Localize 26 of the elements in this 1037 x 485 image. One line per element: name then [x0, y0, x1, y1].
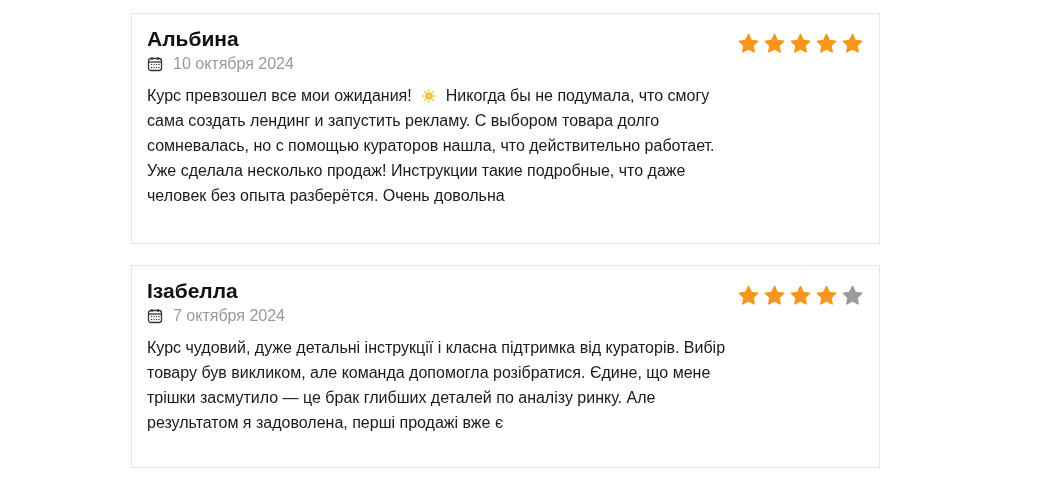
review-date: 7 октября 2024 [173, 307, 285, 325]
star-icon [816, 33, 837, 54]
review-text: товару був викликом, але команда допомогла розібратися. Єдине, що мене [147, 363, 711, 383]
calendar-icon [147, 308, 163, 324]
review-text: результатом я задоволена, перші продажі вже є [147, 413, 504, 433]
reviewer-name: Ізабелла [147, 278, 239, 304]
star-icon [790, 285, 811, 306]
review-text: Курс чудовий, дуже детальні інструкції і класна підтримка від кураторів. Вибір [147, 338, 726, 358]
calendar-icon [147, 56, 163, 72]
star-icon [842, 33, 863, 54]
star-icon [790, 33, 811, 54]
star-icon [816, 285, 837, 306]
star-icon [738, 33, 759, 54]
star-icon [738, 285, 759, 306]
reviewer-name: Альбина [147, 26, 240, 52]
star-icon [764, 285, 785, 306]
review-text: сомневалась, но с помощью кураторов нашла, что действительно работает. [147, 136, 715, 156]
review-text: трішки засмутило — це брак глибших деталей по аналізу ринку. Але [147, 388, 656, 408]
review-date: 10 октября 2024 [173, 55, 294, 73]
star-icon [764, 33, 785, 54]
review-text: сама создать лендинг и запустить рекламу. С выбором товара долго [147, 111, 660, 131]
review-text: Курс превзошел все мои ожидания! [147, 86, 412, 106]
review-text: Уже сделала несколько продаж! Инструкции такие подробные, что даже [147, 161, 686, 181]
review-text: человек без опыта разберётся. Очень довольна [147, 186, 505, 206]
review-text: Никогда бы не подумала, что смогу [445, 86, 710, 106]
star-icon [842, 285, 863, 306]
